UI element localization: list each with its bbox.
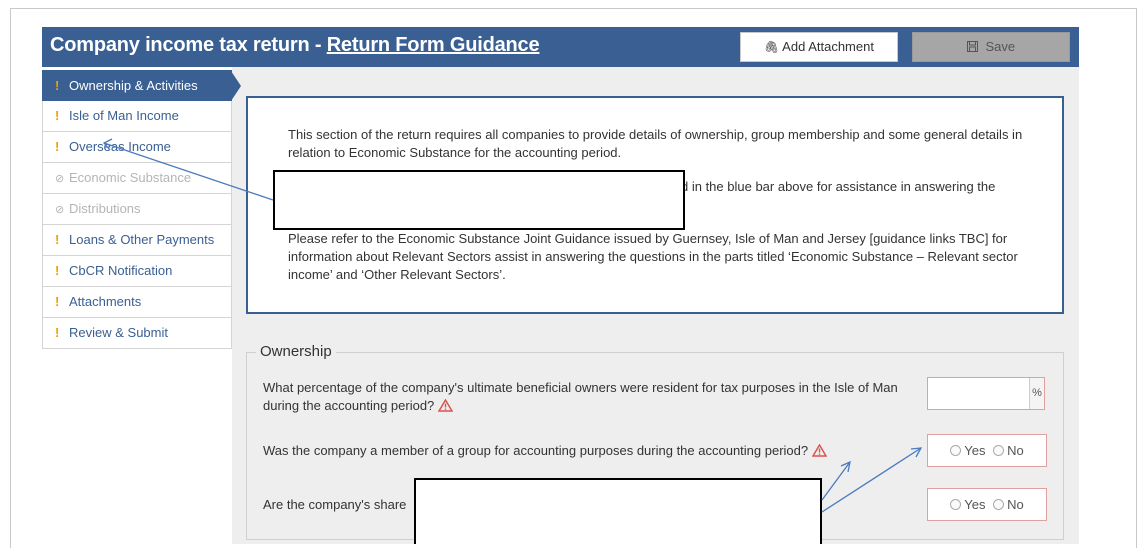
question-shares: Are the company's share	[263, 496, 423, 514]
shares-radio-group: Yes No	[927, 488, 1047, 521]
ban-icon: ⊘	[55, 204, 65, 216]
floppy-disk-icon	[966, 39, 982, 54]
radio-circle-icon	[950, 499, 962, 510]
radio-no[interactable]: No	[993, 497, 1024, 512]
question-text: Are the company's share	[263, 497, 407, 512]
percent-addon: %	[1029, 378, 1044, 409]
redaction-box	[414, 478, 822, 544]
sidebar-item-ownership-activities[interactable]: ! Ownership & Activities	[42, 70, 241, 101]
save-button[interactable]: Save	[912, 32, 1070, 62]
sidebar-item-attachments[interactable]: ! Attachments	[42, 287, 232, 318]
warning-exclamation-icon: !	[55, 78, 60, 93]
info-paragraph-1: This section of the return requires all …	[288, 127, 1023, 160]
sidebar-item-label: Overseas Income	[69, 139, 171, 154]
radio-circle-icon	[950, 445, 962, 456]
sidebar-item-cbcr-notification[interactable]: ! CbCR Notification	[42, 256, 232, 287]
sidebar-item-loans-other-payments[interactable]: ! Loans & Other Payments	[42, 225, 232, 256]
sidebar-nav: ! Ownership & Activities ! Isle of Man Inc…	[42, 70, 241, 349]
info-paragraph-3: Please refer to the Economic Substance J…	[288, 231, 1018, 282]
ownership-legend: Ownership	[256, 343, 336, 360]
ban-icon: ⊘	[55, 173, 65, 185]
warning-exclamation-icon: !	[55, 232, 60, 247]
warning-exclamation-icon: !	[55, 325, 60, 340]
header-bar: Company income tax return - Return Form …	[42, 27, 1079, 67]
save-label: Save	[985, 39, 1016, 54]
radio-label: Yes	[964, 443, 986, 458]
ubo-percentage-input[interactable]: %	[927, 377, 1045, 410]
question-text: Was the company a member of a group for …	[263, 443, 809, 458]
info-paragraph-2-fragment: d in the blue bar above for assistance i…	[681, 179, 996, 194]
radio-no[interactable]: No	[993, 443, 1024, 458]
radio-yes[interactable]: Yes	[950, 443, 985, 458]
sidebar-item-label: Isle of Man Income	[69, 108, 179, 123]
radio-label: Yes	[964, 497, 986, 512]
radio-label: No	[1007, 497, 1024, 512]
page-title: Company income tax return - Return Form …	[50, 34, 540, 57]
sidebar-item-label: Ownership & Activities	[69, 78, 198, 93]
sidebar-item-label: Review & Submit	[69, 325, 168, 340]
title-text: Company income tax return -	[50, 34, 327, 56]
warning-triangle-icon	[811, 443, 828, 462]
sidebar-item-distributions[interactable]: ⊘ Distributions	[42, 194, 232, 225]
radio-circle-icon	[993, 499, 1005, 510]
return-form-guidance-link[interactable]: Return Form Guidance	[327, 34, 540, 56]
sidebar-item-economic-substance[interactable]: ⊘ Economic Substance	[42, 163, 232, 194]
question-text: What percentage of the company's ultimat…	[263, 380, 898, 413]
redaction-box	[273, 170, 685, 230]
add-attachment-button[interactable]: 🖇 Add Attachment	[740, 32, 898, 62]
sidebar-item-overseas-income[interactable]: ! Overseas Income	[42, 132, 232, 163]
warning-exclamation-icon: !	[55, 263, 60, 278]
warning-exclamation-icon: !	[55, 139, 60, 154]
sidebar-item-label: Attachments	[69, 294, 142, 309]
radio-label: No	[1007, 443, 1024, 458]
sidebar-item-label: Loans & Other Payments	[69, 232, 215, 247]
add-attachment-label: Add Attachment	[782, 39, 874, 54]
sidebar-item-label: CbCR Notification	[69, 263, 173, 278]
sidebar-item-label: Economic Substance	[69, 170, 192, 185]
question-ubo-percentage: What percentage of the company's ultimat…	[263, 379, 918, 417]
radio-yes[interactable]: Yes	[950, 497, 985, 512]
radio-circle-icon	[993, 445, 1005, 456]
sidebar-item-review-submit[interactable]: ! Review & Submit	[42, 318, 232, 349]
warning-exclamation-icon: !	[55, 108, 60, 123]
warning-exclamation-icon: !	[55, 294, 60, 309]
group-member-radio-group: Yes No	[927, 434, 1047, 467]
paperclip-icon: 🖇	[764, 40, 780, 54]
sidebar-item-isle-of-man-income[interactable]: ! Isle of Man Income	[42, 101, 232, 132]
question-group-member: Was the company a member of a group for …	[263, 442, 903, 462]
warning-triangle-icon	[437, 398, 454, 417]
sidebar-item-label: Distributions	[69, 201, 141, 216]
